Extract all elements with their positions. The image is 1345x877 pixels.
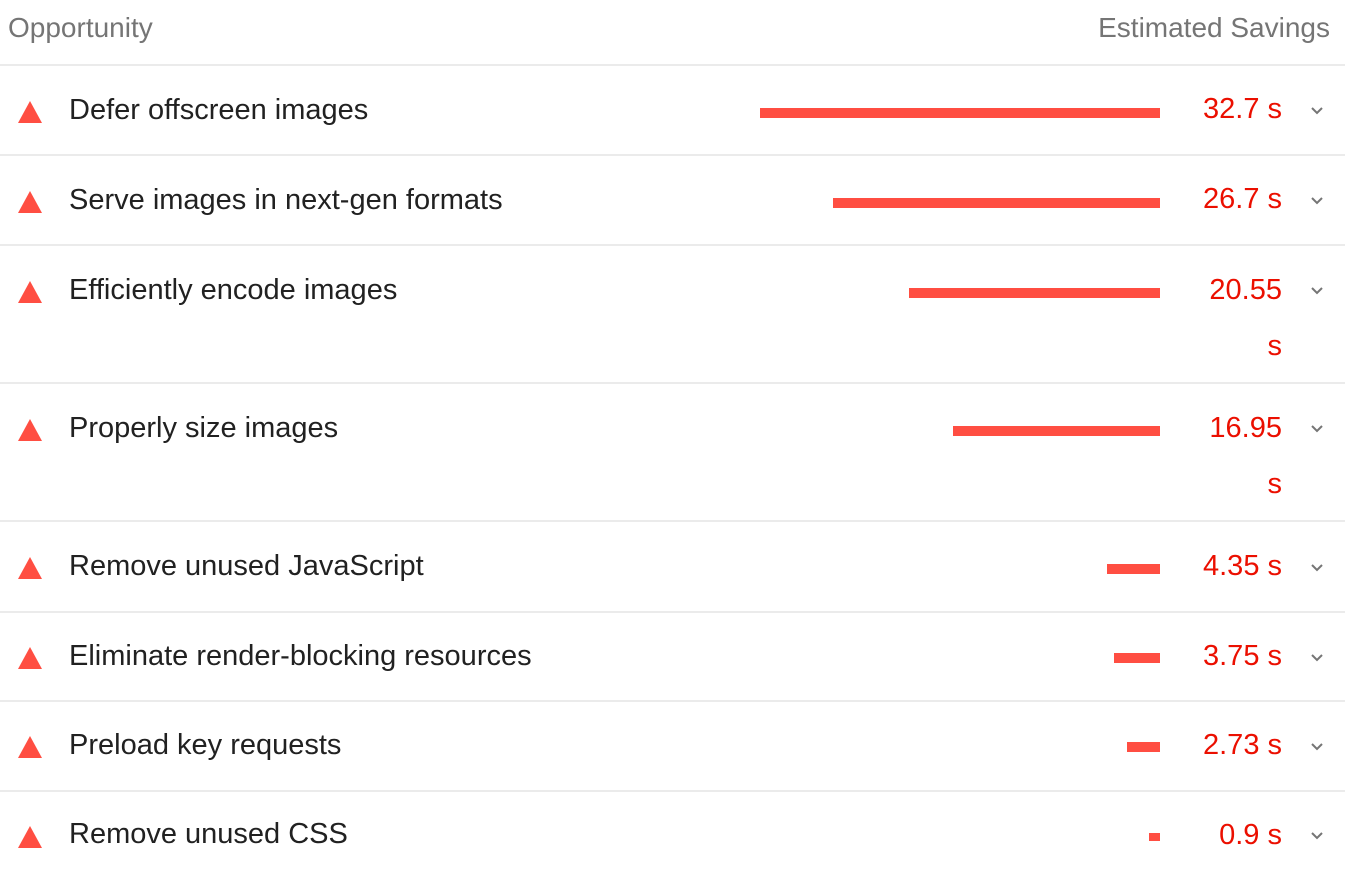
savings-value: 4.35 s: [1203, 550, 1282, 582]
chevron-down-icon[interactable]: [1310, 740, 1324, 754]
savings-bar: [1114, 653, 1160, 663]
opportunity-title: Defer offscreen images: [69, 94, 369, 126]
savings-value: 2.73 s: [1203, 729, 1282, 761]
opportunity-row-unused-css[interactable]: Remove unused CSS 0.9 s: [0, 792, 1345, 877]
savings-value: 26.7 s: [1203, 183, 1282, 215]
opportunity-title: Eliminate render-blocking resources: [69, 640, 532, 672]
savings-bar: [833, 198, 1160, 208]
chevron-down-icon[interactable]: [1310, 284, 1324, 298]
savings-value: 16.95 s: [1209, 412, 1282, 500]
fail-triangle-icon: [18, 826, 42, 848]
fail-triangle-icon: [18, 557, 42, 579]
opportunity-title: Properly size images: [69, 412, 339, 444]
opportunity-row-render-blocking-resources[interactable]: Eliminate render-blocking resources 3.75…: [0, 613, 1345, 702]
savings-bar: [909, 288, 1160, 298]
savings-bar: [1127, 742, 1160, 752]
opportunity-title: Remove unused CSS: [69, 818, 348, 850]
fail-triangle-icon: [18, 191, 42, 213]
savings-bar: [1149, 833, 1160, 841]
chevron-down-icon[interactable]: [1310, 194, 1324, 208]
fail-triangle-icon: [18, 101, 42, 123]
chevron-down-icon[interactable]: [1310, 104, 1324, 118]
savings-value: 0.9 s: [1219, 819, 1282, 851]
opportunity-title: Remove unused JavaScript: [69, 550, 424, 582]
fail-triangle-icon: [18, 281, 42, 303]
savings-value: 32.7 s: [1203, 93, 1282, 125]
chevron-down-icon[interactable]: [1310, 422, 1324, 436]
chevron-down-icon[interactable]: [1310, 561, 1324, 575]
fail-triangle-icon: [18, 647, 42, 669]
chevron-down-icon[interactable]: [1310, 829, 1324, 843]
opportunity-title: Preload key requests: [69, 729, 342, 761]
opportunity-row-defer-offscreen-images[interactable]: Defer offscreen images 32.7 s: [0, 68, 1345, 156]
opportunity-column-label: Opportunity: [8, 12, 153, 43]
opportunities-panel: Opportunity Estimated Savings Defer offs…: [0, 0, 1345, 877]
chevron-down-icon[interactable]: [1310, 651, 1324, 665]
savings-bar: [1107, 564, 1160, 574]
savings-value: 20.55 s: [1209, 274, 1282, 362]
savings-bar: [953, 426, 1160, 436]
opportunity-row-properly-size-images[interactable]: Properly size images 16.95 s: [0, 386, 1345, 522]
opportunity-row-preload-key-requests[interactable]: Preload key requests 2.73 s: [0, 702, 1345, 792]
opportunity-title: Efficiently encode images: [69, 274, 398, 306]
opportunities-header: Opportunity Estimated Savings: [0, 0, 1345, 66]
opportunity-title: Serve images in next-gen formats: [69, 184, 503, 216]
opportunity-row-next-gen-formats[interactable]: Serve images in next-gen formats 26.7 s: [0, 158, 1345, 246]
savings-bar: [760, 108, 1160, 118]
estimated-savings-column-label: Estimated Savings: [1098, 12, 1330, 43]
fail-triangle-icon: [18, 419, 42, 441]
opportunity-row-efficiently-encode-images[interactable]: Efficiently encode images 20.55 s: [0, 248, 1345, 384]
opportunity-row-unused-javascript[interactable]: Remove unused JavaScript 4.35 s: [0, 524, 1345, 613]
fail-triangle-icon: [18, 736, 42, 758]
savings-value: 3.75 s: [1203, 640, 1282, 672]
